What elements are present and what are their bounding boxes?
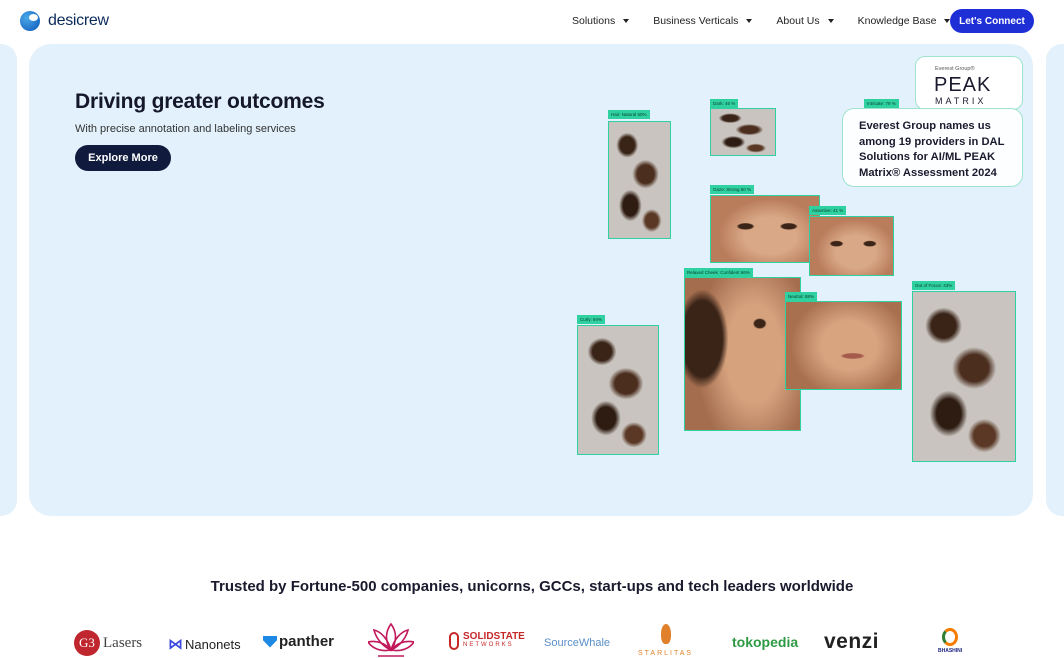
venzi-word: venzi: [824, 630, 880, 653]
annotation-tag: Hair: Natural 60%: [608, 110, 650, 119]
lotus-logo: [368, 620, 414, 658]
nav-label: About Us: [776, 15, 820, 27]
nanonets-icon: ⋈: [168, 636, 183, 653]
panther-icon: [263, 635, 277, 648]
starlitas-word: STARLITAS: [638, 650, 694, 657]
sourcewhale-word: SourceWhale: [544, 637, 611, 649]
lotus-icon: [368, 622, 414, 657]
hero-subtitle: With precise annotation and labeling ser…: [75, 123, 296, 135]
g3-mark: G3: [74, 630, 100, 656]
carousel-prev-slide[interactable]: [0, 44, 17, 516]
dark-hair-image: [710, 108, 776, 156]
brand-logo[interactable]: desicrew: [20, 11, 109, 31]
peak-matrix-logo: Everest Group® PEAK MATRIX: [915, 56, 1023, 110]
peak-label: PEAK: [934, 74, 992, 96]
g3-word: Lasers: [103, 634, 143, 651]
site-header: desicrew Solutions Business Verticals Ab…: [0, 0, 1064, 44]
nav-about-us[interactable]: About Us: [776, 15, 834, 27]
panther-logo: panther: [263, 633, 334, 650]
annotation-tag: Neutral: 88%: [785, 292, 818, 301]
nav-label: Business Verticals: [653, 15, 739, 27]
peak-award-text: Everest Group names us among 19 provider…: [859, 120, 1005, 179]
annotation-tag: Curly: 94%: [577, 315, 606, 324]
annotation-tag: Assertive: 41 %: [809, 206, 847, 215]
nav-solutions[interactable]: Solutions: [572, 15, 630, 27]
annotation-tag: Gaze: Strong 60 %: [710, 185, 755, 194]
starlitas-logo: STARLITAS: [638, 624, 693, 657]
chevron-down-icon: [623, 19, 630, 23]
relaxed-cheek-image: [684, 277, 801, 431]
explore-more-button[interactable]: Explore More: [75, 145, 171, 171]
hair-natural-image: [608, 121, 671, 239]
tokopedia-word: tokopedia: [732, 634, 799, 650]
solidstate-icon: [449, 632, 459, 650]
logo-text: desicrew: [48, 12, 109, 29]
trusted-heading: Trusted by Fortune-500 companies, unicor…: [210, 578, 854, 595]
annotation-tag: Relaxed Cheek: Confident 66%: [684, 268, 753, 277]
nav-label: Solutions: [572, 15, 616, 27]
annotation-tag: Intricate: 79 %: [864, 99, 899, 108]
sourcewhale-logo: SourceWhale: [544, 637, 610, 649]
out-of-focus-image: [912, 291, 1016, 462]
matrix-label: MATRIX: [935, 96, 987, 106]
bhashini-logo: BHASHINI: [938, 628, 962, 654]
panther-word: panther: [279, 633, 335, 650]
hero-title: Driving greater outcomes: [75, 90, 325, 113]
peak-award-card[interactable]: Everest Group names us among 19 provider…: [842, 108, 1023, 187]
peak-everest-label: Everest Group®: [935, 66, 975, 72]
solidstate-word: SOLIDSTATE: [463, 631, 525, 642]
solidstate-logo: SOLIDSTATE NETWORKS: [449, 632, 525, 650]
nanonets-logo: ⋈ Nanonets: [168, 635, 241, 653]
bhashini-word: BHASHINI: [938, 648, 963, 654]
logo-icon: [20, 11, 40, 31]
gaze-eyes-image: [710, 195, 820, 263]
chevron-down-icon: [827, 19, 834, 23]
chevron-down-icon: [746, 19, 753, 23]
client-logos: G3 Lasers ⋈ Nanonets panther SOLIDSTATE …: [0, 620, 1064, 658]
tokopedia-logo: tokopedia: [732, 634, 798, 650]
nav-knowledge-base[interactable]: Knowledge Base: [858, 15, 951, 27]
main-nav: Solutions Business Verticals About Us Kn…: [572, 15, 974, 27]
carousel-next-slide[interactable]: [1046, 44, 1064, 516]
starlitas-icon: [660, 624, 671, 644]
nav-label: Knowledge Base: [857, 15, 937, 27]
assertive-eye-image: [809, 216, 894, 276]
annotation-tag: Dark: 46 %: [710, 99, 739, 108]
curly-hair-image: [577, 325, 659, 455]
bhashini-icon: [942, 628, 959, 646]
lets-connect-button[interactable]: Let's Connect: [950, 9, 1034, 33]
nav-business-verticals[interactable]: Business Verticals: [653, 15, 753, 27]
neutral-mouth-image: [785, 301, 902, 390]
nanonets-word: Nanonets: [185, 636, 241, 652]
venzi-logo: venzi: [824, 630, 879, 654]
solidstate-sub: NETWORKS: [463, 642, 514, 648]
g3-lasers-logo: G3 Lasers: [74, 630, 142, 656]
annotation-tag: Out of Focus: 43%: [912, 281, 956, 290]
